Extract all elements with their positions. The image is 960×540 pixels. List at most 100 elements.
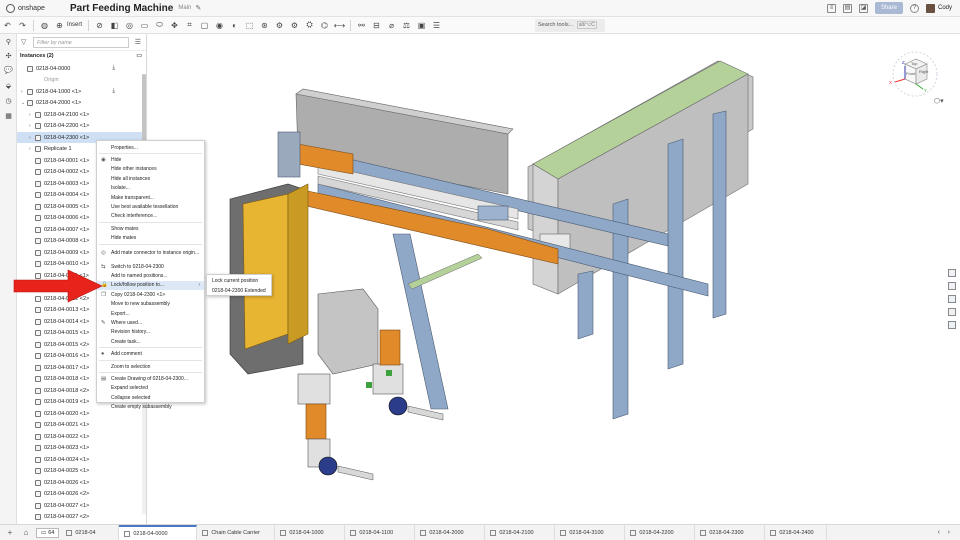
edit-pencil-icon[interactable]: ✎ bbox=[195, 4, 201, 12]
context-menu-item[interactable]: Hide mates bbox=[97, 234, 204, 243]
slider-mate-icon[interactable]: ▭ bbox=[140, 20, 150, 30]
document-tab[interactable]: 0218-04-3100 bbox=[555, 525, 626, 540]
scroll-tabs-right-icon[interactable]: › bbox=[948, 529, 950, 536]
appearance-panel-icon[interactable] bbox=[948, 269, 956, 277]
tree-item[interactable]: › 0218-04-1000 <1> ⤓ bbox=[17, 86, 143, 97]
context-menu-item[interactable]: Check interference... bbox=[97, 212, 204, 221]
planar-mate-icon[interactable]: ⌗ bbox=[185, 20, 195, 30]
insert-icon[interactable]: ⊕ bbox=[55, 20, 65, 30]
view-cube[interactable]: Top Front Right X Z Y bbox=[883, 44, 943, 104]
tree-item[interactable]: 0218-04-0024 <1> bbox=[17, 454, 143, 465]
linear-relation-icon[interactable]: ⟷ bbox=[334, 20, 345, 30]
filter-icon[interactable]: ▽ bbox=[21, 38, 26, 46]
context-menu-item[interactable]: ◉ Hide bbox=[97, 155, 204, 164]
lock-current-position-item[interactable]: Lock current position bbox=[207, 276, 271, 286]
context-menu-item[interactable]: Hide other instances bbox=[97, 165, 204, 174]
tree-item[interactable]: Origin bbox=[17, 75, 143, 86]
tree-item[interactable]: 0218-04-0022 <1> bbox=[17, 431, 143, 442]
tree-item[interactable]: 0218-04-0025 <1> bbox=[17, 466, 143, 477]
ball-mate-icon[interactable]: ◉ bbox=[215, 20, 225, 30]
context-menu-item[interactable]: Zoom to selection bbox=[97, 362, 204, 371]
search-tools-input[interactable]: Search tools... alt/⌥C bbox=[535, 19, 605, 32]
context-menu-item[interactable]: Make transparent... bbox=[97, 193, 204, 202]
context-menu-item[interactable]: Properties... bbox=[97, 143, 204, 152]
graphics-panel-icon[interactable] bbox=[948, 321, 956, 329]
document-tab[interactable]: 0218-04-2300 bbox=[695, 525, 766, 540]
filter-panel-icon[interactable]: ⚲ bbox=[4, 38, 13, 47]
view-cube-front-label[interactable]: Front bbox=[906, 71, 915, 76]
bom-icon[interactable]: ▦ bbox=[4, 112, 13, 121]
view-cube-right-label[interactable]: Right bbox=[919, 69, 928, 74]
cylindrical-mate-icon[interactable]: ⬭ bbox=[155, 20, 165, 30]
mate-connector-icon[interactable]: ⊛ bbox=[260, 20, 270, 30]
named-views-icon[interactable]: ▣ bbox=[417, 20, 427, 30]
bom-panel-icon[interactable] bbox=[948, 295, 956, 303]
context-menu-item[interactable]: Hide all instances bbox=[97, 174, 204, 183]
versions-icon[interactable]: ≡ bbox=[826, 3, 836, 13]
fasten-mate-icon[interactable]: ◧ bbox=[110, 20, 120, 30]
revolute-mate-icon[interactable]: ◎ bbox=[125, 20, 135, 30]
document-tab[interactable]: 0218-04-2400 bbox=[765, 525, 828, 540]
document-tab[interactable]: 0218-04-2000 bbox=[415, 525, 486, 540]
context-menu-item[interactable]: Revision history... bbox=[97, 328, 204, 337]
context-menu-item[interactable]: ▤ Create Drawing of 0218-04-2300... bbox=[97, 374, 204, 383]
globe-icon[interactable]: ◍ bbox=[40, 20, 50, 30]
onshape-logo[interactable]: onshape bbox=[6, 3, 56, 13]
tree-item[interactable]: 0218-04-0026 <2> bbox=[17, 489, 143, 500]
view-cube-top-label[interactable]: Top bbox=[911, 61, 917, 66]
redo-icon[interactable]: ↷ bbox=[18, 20, 28, 30]
tree-item[interactable]: 0218-04-0027 <1> bbox=[17, 500, 143, 511]
context-menu-item[interactable]: ✎ Where used... bbox=[97, 318, 204, 327]
tree-item[interactable]: 0218-04-0027 <2> bbox=[17, 512, 143, 523]
tab-manager-icon[interactable]: ⌂ bbox=[20, 527, 32, 539]
document-tab[interactable]: 0218-04-2100 bbox=[485, 525, 556, 540]
context-menu-item[interactable]: Collapse selected bbox=[97, 393, 204, 402]
group-icon[interactable]: ⬚ bbox=[245, 20, 255, 30]
explode-view-icon[interactable]: ⚯ bbox=[357, 20, 367, 30]
context-menu-item[interactable]: ❐ Copy 0218-04-2300 <1> bbox=[97, 290, 204, 299]
workspace-label[interactable]: Main bbox=[178, 5, 191, 11]
update-download-icon[interactable]: ⤓ bbox=[112, 88, 115, 95]
undo-icon[interactable]: ↶ bbox=[3, 20, 13, 30]
folder-icon[interactable]: ▭ bbox=[136, 52, 142, 59]
display-states-icon[interactable]: ☰ bbox=[432, 20, 442, 30]
update-download-icon[interactable]: ⤓ bbox=[112, 65, 115, 72]
document-tab[interactable]: 0218-04-0000 bbox=[119, 525, 198, 540]
follow-extended-item[interactable]: 0218-04-2300 Extended bbox=[207, 286, 271, 296]
context-menu-item[interactable]: Isolate... bbox=[97, 184, 204, 193]
tree-item[interactable]: 0218-04-0023 <1> bbox=[17, 443, 143, 454]
context-menu-item[interactable]: Expand selected bbox=[97, 384, 204, 393]
view-options-icon[interactable]: ⬡▾ bbox=[934, 97, 944, 105]
pin-slot-mate-icon[interactable]: ✥ bbox=[170, 20, 180, 30]
tree-item[interactable]: › 0218-04-2100 <1> bbox=[17, 109, 143, 120]
screw-relation-icon[interactable]: ⌬ bbox=[320, 20, 330, 30]
context-menu-item[interactable]: Use best available tessellation bbox=[97, 202, 204, 211]
configurations-icon[interactable] bbox=[948, 282, 956, 290]
context-menu-item[interactable]: Create empty subassembly bbox=[97, 402, 204, 411]
context-menu-item[interactable]: Show mates bbox=[97, 224, 204, 233]
tree-item[interactable]: › 0218-04-2200 <1> bbox=[17, 121, 143, 132]
scroll-tabs-left-icon[interactable]: ‹ bbox=[938, 529, 940, 536]
mate-features-icon[interactable]: ✣ bbox=[4, 52, 13, 61]
context-menu-item[interactable]: Add to named positions... bbox=[97, 271, 204, 280]
tree-item[interactable]: 0218-04-0026 <1> bbox=[17, 477, 143, 488]
notes-icon[interactable]: ▤ bbox=[842, 3, 852, 13]
context-menu-item[interactable]: ● Add comment bbox=[97, 349, 204, 358]
filter-input[interactable]: Filter by name bbox=[33, 37, 129, 48]
relation-icon[interactable]: ⚙ bbox=[275, 20, 285, 30]
tangent-mate-icon[interactable]: ◐ bbox=[230, 20, 240, 30]
add-tab-icon[interactable]: + bbox=[4, 527, 16, 539]
user-menu[interactable]: Cody bbox=[925, 3, 952, 13]
document-tab[interactable]: 0218-04-1100 bbox=[345, 525, 416, 540]
tree-item[interactable]: 0218-04-0021 <1> bbox=[17, 420, 143, 431]
rack-pinion-icon[interactable]: ⛭ bbox=[305, 20, 315, 30]
tab-count[interactable]: ▭ 64 bbox=[36, 527, 60, 538]
share-button[interactable]: Share bbox=[874, 2, 903, 14]
app-store-icon[interactable]: ◪ bbox=[858, 3, 868, 13]
gear-relation-icon[interactable]: ⚙ bbox=[290, 20, 300, 30]
document-tab[interactable]: 0218-04-2200 bbox=[625, 525, 696, 540]
mass-properties-icon[interactable]: ⚖ bbox=[402, 20, 412, 30]
replicate-icon[interactable]: ⊘ bbox=[95, 20, 105, 30]
tree-item[interactable]: ⌄ 0218-04-2000 <1> bbox=[17, 98, 143, 109]
section-view-icon[interactable]: ⊟ bbox=[372, 20, 382, 30]
